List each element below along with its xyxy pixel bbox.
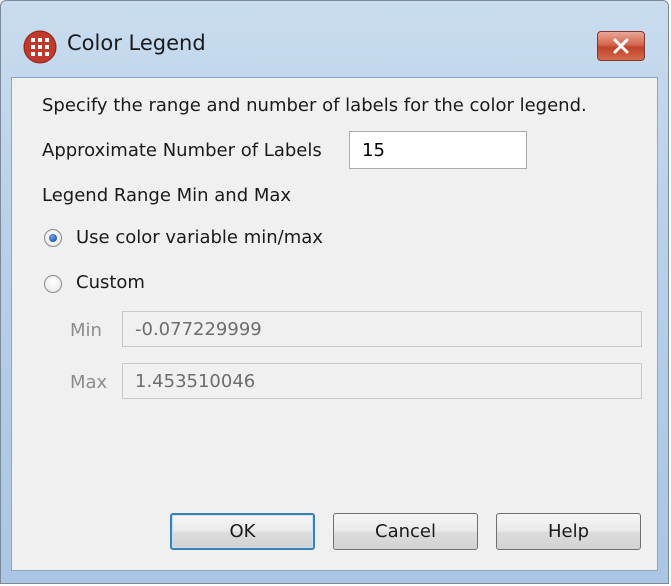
close-button[interactable] bbox=[597, 31, 645, 61]
app-grid-icon bbox=[23, 30, 57, 64]
max-label: Max bbox=[70, 372, 108, 393]
close-icon bbox=[613, 38, 629, 54]
dialog-window: Color Legend Specify the range and numbe… bbox=[0, 0, 669, 584]
num-labels-label: Approximate Number of Labels bbox=[42, 140, 322, 161]
window-title: Color Legend bbox=[67, 31, 206, 55]
use-minmax-label[interactable]: Use color variable min/max bbox=[76, 227, 323, 248]
description-text: Specify the range and number of labels f… bbox=[42, 95, 587, 116]
custom-label[interactable]: Custom bbox=[76, 272, 145, 293]
help-button[interactable]: Help bbox=[496, 513, 641, 550]
title-bar[interactable]: Color Legend bbox=[1, 1, 668, 89]
cancel-button[interactable]: Cancel bbox=[333, 513, 478, 550]
min-label: Min bbox=[70, 320, 102, 341]
dialog-body: Specify the range and number of labels f… bbox=[11, 77, 658, 571]
ok-button[interactable]: OK bbox=[170, 513, 315, 550]
max-input[interactable]: 1.453510046 bbox=[122, 363, 642, 399]
use-minmax-radio[interactable] bbox=[44, 229, 62, 247]
range-heading: Legend Range Min and Max bbox=[42, 185, 292, 206]
custom-radio[interactable] bbox=[44, 275, 62, 293]
num-labels-input[interactable]: 15 bbox=[349, 131, 527, 169]
min-input[interactable]: -0.077229999 bbox=[122, 311, 642, 347]
